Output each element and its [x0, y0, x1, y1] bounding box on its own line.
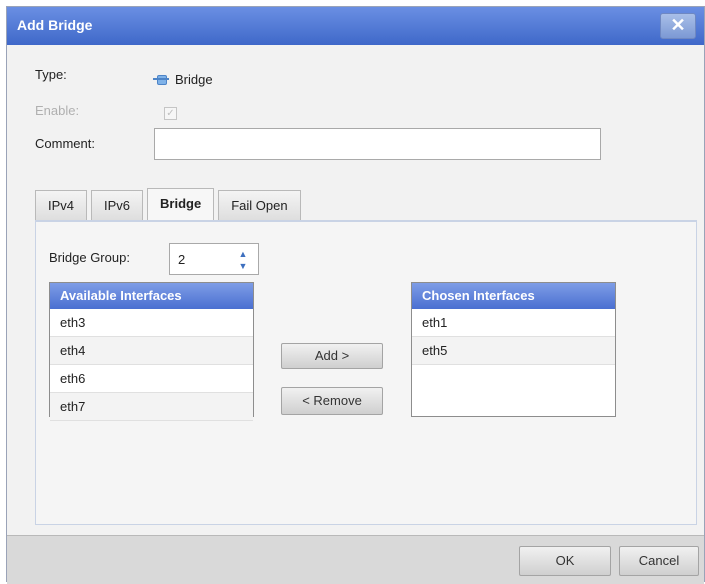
- tab-ipv4[interactable]: IPv4: [35, 190, 88, 220]
- comment-label: Comment:: [35, 136, 95, 151]
- cancel-button[interactable]: Cancel: [619, 546, 699, 576]
- tab-bridge[interactable]: Bridge: [147, 188, 215, 220]
- close-icon: ✕: [670, 15, 686, 35]
- close-button[interactable]: ✕: [660, 13, 696, 39]
- add-bridge-dialog: Add Bridge ✕ Type: Bridge Enable: ✓ Comm…: [6, 6, 705, 584]
- list-item[interactable]: eth7: [50, 393, 253, 421]
- tab-fail-open[interactable]: Fail Open: [218, 190, 301, 220]
- bridge-group-label: Bridge Group:: [49, 250, 130, 265]
- dialog-titlebar: Add Bridge ✕: [7, 7, 704, 45]
- list-item[interactable]: eth3: [50, 309, 253, 337]
- spinner-up-icon[interactable]: ▲: [236, 248, 250, 260]
- remove-button[interactable]: < Remove: [281, 387, 383, 415]
- bridge-group-value: 2: [178, 252, 186, 267]
- chosen-interfaces-list[interactable]: Chosen Interfaces eth1 eth5: [411, 282, 616, 417]
- dialog-title: Add Bridge: [17, 17, 93, 33]
- tab-bar: IPv4 IPv6 Bridge Fail Open: [35, 188, 301, 220]
- bridge-group-spinner[interactable]: 2 ▲ ▼: [169, 243, 259, 275]
- add-button[interactable]: Add >: [281, 343, 383, 369]
- available-interfaces-header: Available Interfaces: [50, 283, 253, 309]
- chosen-interfaces-header: Chosen Interfaces: [412, 283, 615, 309]
- dialog-footer: OK Cancel: [7, 535, 704, 584]
- list-item[interactable]: eth5: [412, 337, 615, 365]
- type-value: Bridge: [153, 71, 213, 87]
- ok-button[interactable]: OK: [519, 546, 611, 576]
- list-item[interactable]: eth1: [412, 309, 615, 337]
- type-label: Type:: [35, 67, 67, 82]
- bridge-icon: [153, 71, 169, 87]
- available-interfaces-list[interactable]: Available Interfaces eth3 eth4 eth6 eth7: [49, 282, 254, 421]
- type-value-text: Bridge: [175, 71, 213, 87]
- enable-checkbox[interactable]: ✓: [164, 107, 177, 120]
- comment-input[interactable]: [154, 128, 601, 160]
- list-item[interactable]: eth4: [50, 337, 253, 365]
- list-item[interactable]: eth6: [50, 365, 253, 393]
- tab-ipv6[interactable]: IPv6: [91, 190, 144, 220]
- enable-label: Enable:: [35, 103, 80, 118]
- spinner-down-icon[interactable]: ▼: [236, 260, 250, 272]
